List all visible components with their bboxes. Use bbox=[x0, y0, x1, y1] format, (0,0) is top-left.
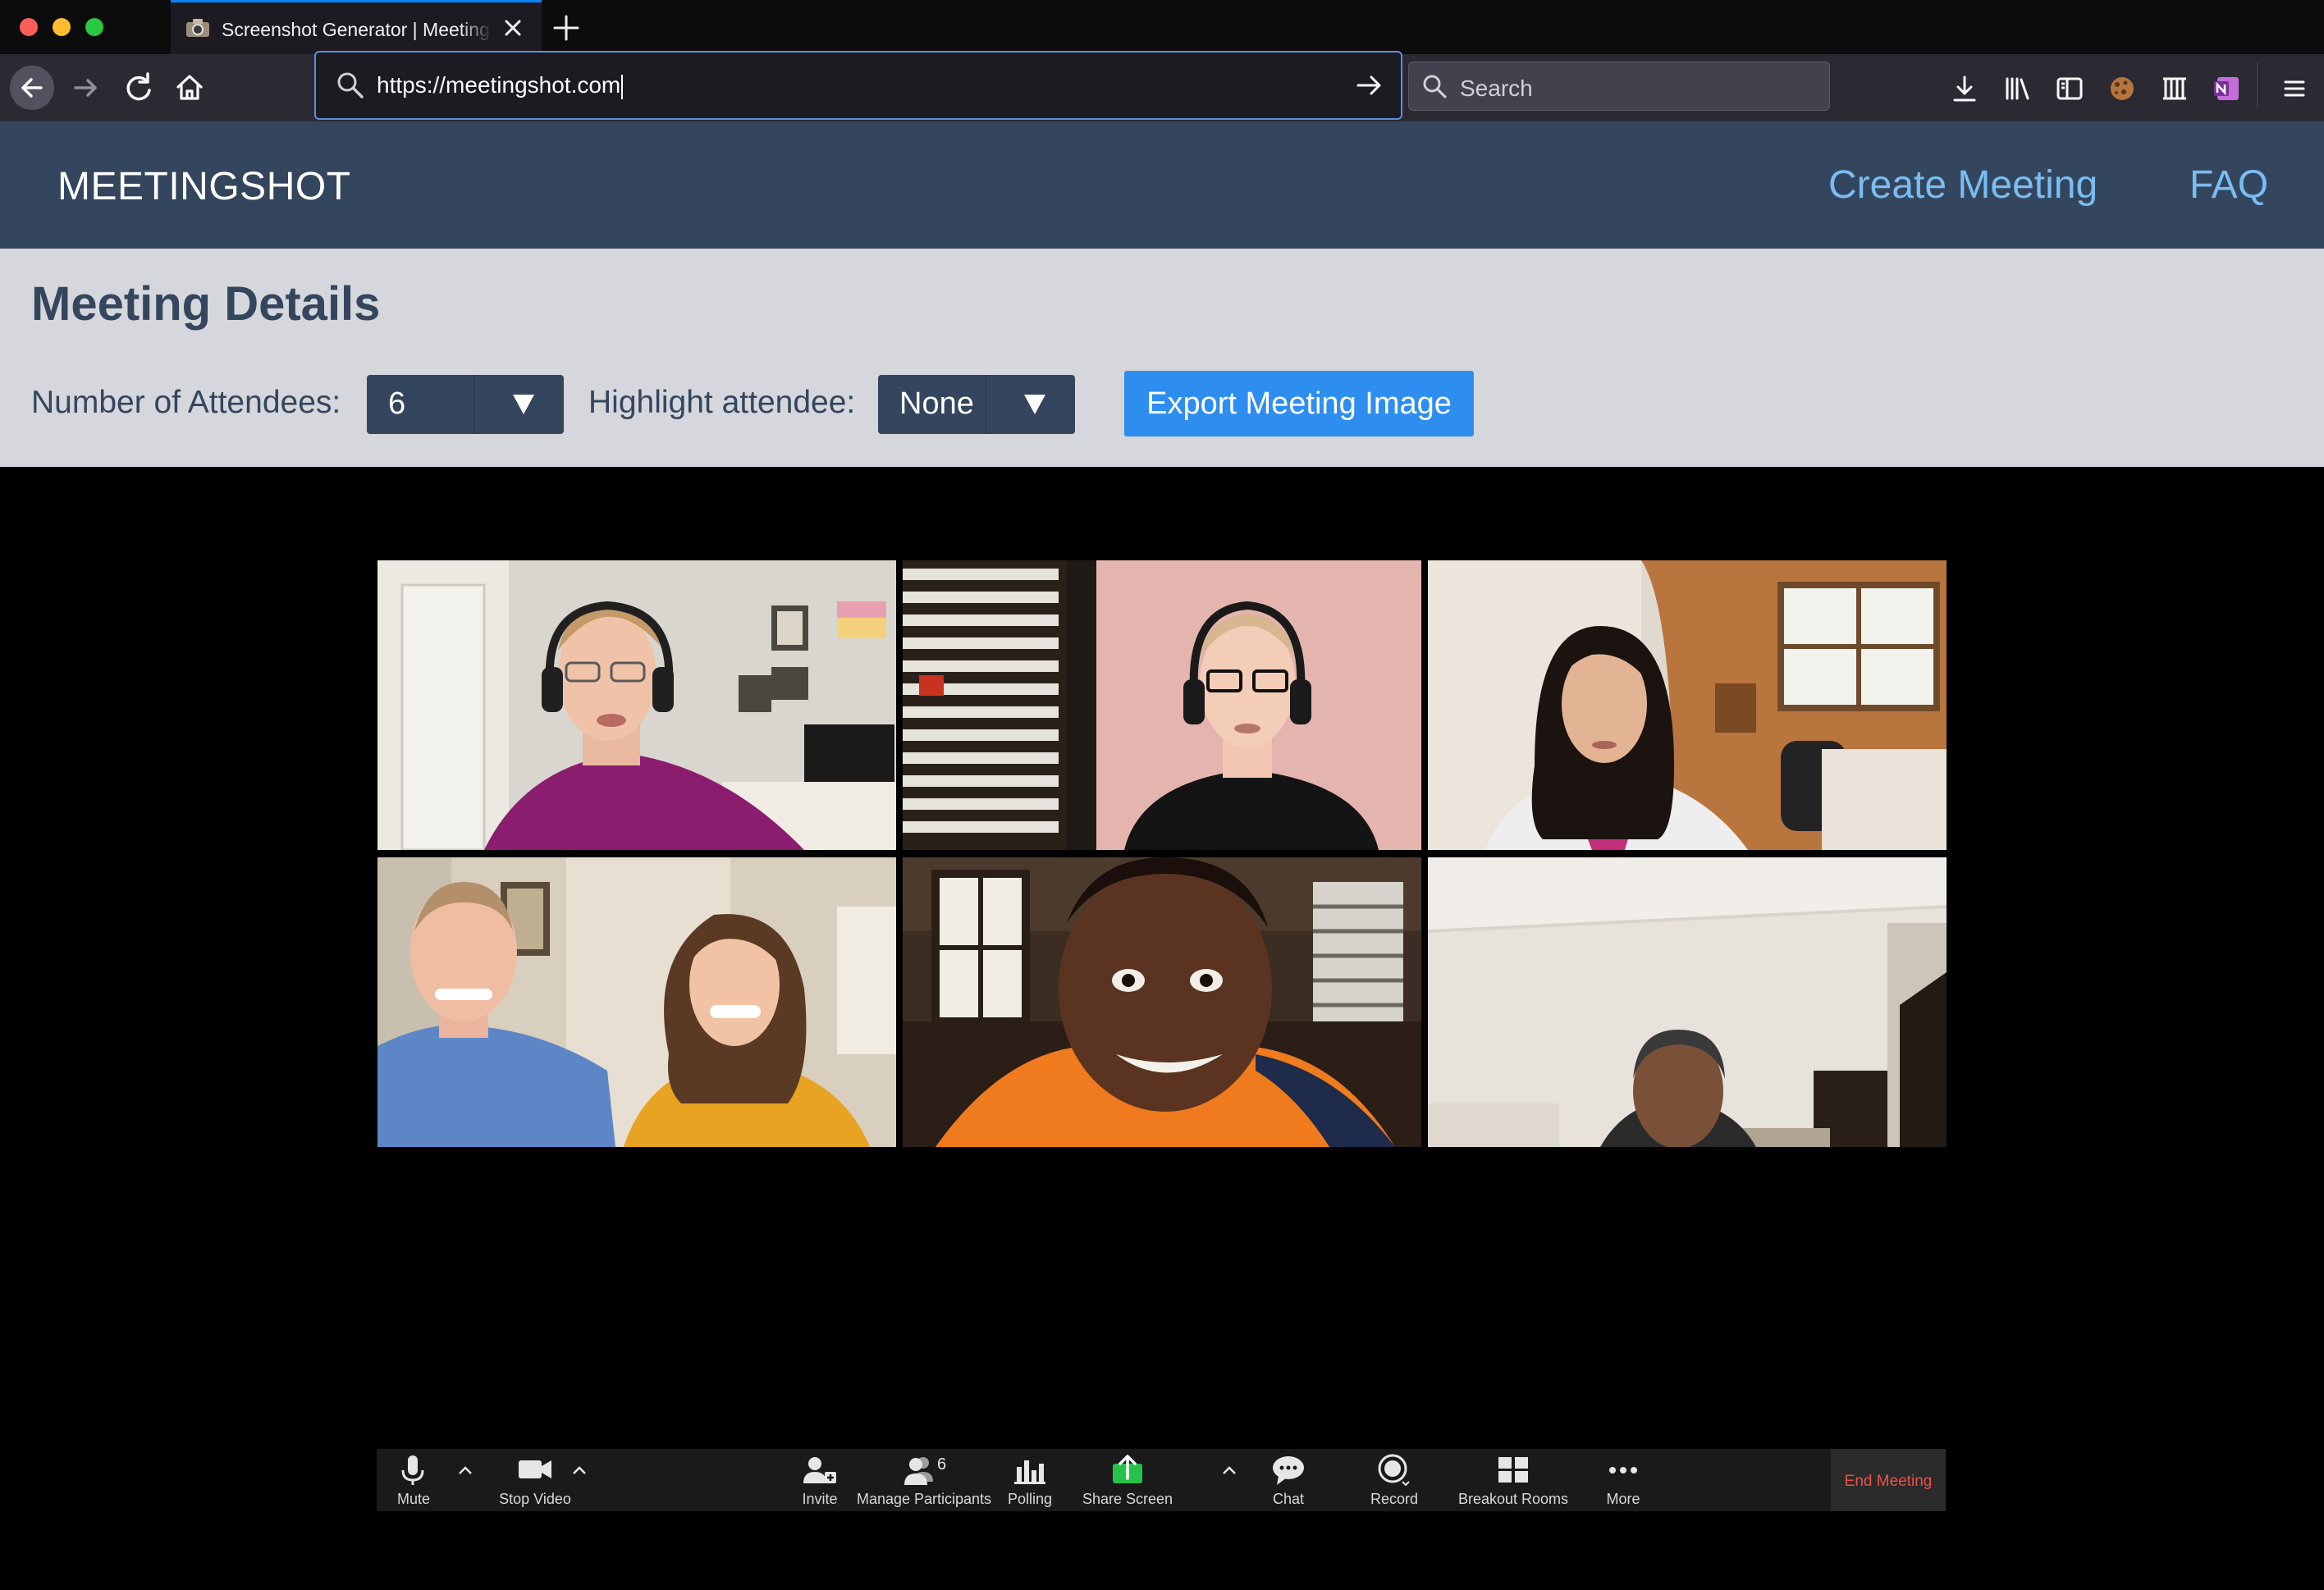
record-button[interactable]: Record bbox=[1353, 1449, 1435, 1511]
participant-video bbox=[903, 560, 1421, 850]
minimize-window-button[interactable] bbox=[53, 18, 71, 36]
breakout-rooms-icon bbox=[1498, 1457, 1528, 1483]
select-divider bbox=[985, 375, 986, 434]
highlight-select-value: None bbox=[899, 386, 974, 421]
participant-video bbox=[377, 857, 896, 1147]
site-header: MEETINGSHOT Create Meeting FAQ bbox=[0, 121, 2324, 249]
share-screen-icon bbox=[1113, 1455, 1142, 1483]
attendees-select[interactable]: 6 bbox=[367, 375, 564, 434]
polling-button[interactable]: Polling bbox=[992, 1449, 1068, 1511]
url-bar[interactable]: https://meetingshot.com bbox=[314, 51, 1402, 120]
back-button[interactable] bbox=[10, 66, 54, 110]
chevron-up-icon[interactable] bbox=[456, 1464, 474, 1477]
nav-create-meeting[interactable]: Create Meeting bbox=[1828, 162, 2098, 208]
participant-video bbox=[377, 560, 896, 850]
chat-label: Chat bbox=[1272, 1491, 1305, 1507]
stop-video-button[interactable]: Stop Video bbox=[482, 1449, 588, 1511]
participant-count-badge: 6 bbox=[937, 1455, 947, 1473]
maximize-window-button[interactable] bbox=[85, 18, 103, 36]
nav-faq[interactable]: FAQ bbox=[2189, 162, 2268, 208]
extension-cookie-icon[interactable] bbox=[2106, 72, 2139, 105]
download-icon[interactable] bbox=[1948, 72, 1981, 105]
more-button[interactable]: More bbox=[1586, 1449, 1660, 1511]
triangle-down-icon bbox=[1024, 395, 1045, 414]
invite-button[interactable]: Invite bbox=[779, 1449, 861, 1511]
highlight-select[interactable]: None bbox=[878, 375, 1075, 434]
video-camera-icon bbox=[519, 1460, 551, 1478]
manage-participants-button[interactable]: 6 Manage Participants bbox=[854, 1449, 994, 1511]
sidebar-icon[interactable] bbox=[2053, 72, 2086, 105]
tab-title: Screenshot Generator | Meeting bbox=[222, 19, 492, 41]
mute-button[interactable]: Mute bbox=[377, 1449, 451, 1511]
record-label: Record bbox=[1370, 1491, 1419, 1507]
attendees-select-value: 6 bbox=[388, 386, 406, 421]
triangle-down-icon bbox=[513, 395, 534, 414]
mute-label: Mute bbox=[396, 1491, 431, 1507]
chevron-up-icon[interactable] bbox=[1220, 1464, 1238, 1477]
search-icon bbox=[1423, 75, 1447, 98]
chat-button[interactable]: Chat bbox=[1251, 1449, 1325, 1511]
participant-video bbox=[903, 857, 1421, 1147]
close-tab-icon[interactable] bbox=[499, 14, 527, 42]
page-title: Meeting Details bbox=[31, 277, 381, 331]
toolbar-separator bbox=[2257, 62, 2258, 108]
microphone-icon bbox=[401, 1455, 424, 1485]
video-tile-6[interactable] bbox=[1428, 857, 1947, 1147]
bar-chart-icon bbox=[1014, 1460, 1045, 1484]
chevron-up-icon[interactable] bbox=[570, 1464, 588, 1477]
search-icon bbox=[337, 72, 364, 98]
arrow-left-icon bbox=[21, 78, 43, 98]
reload-icon[interactable] bbox=[118, 67, 159, 108]
highlight-label: Highlight attendee: bbox=[588, 385, 856, 420]
close-window-button[interactable] bbox=[20, 18, 38, 36]
go-arrow-icon[interactable] bbox=[1353, 69, 1386, 102]
zoom-meeting-toolbar: Mute Stop Video Invite 6 Manage Particip… bbox=[377, 1449, 1946, 1511]
manage-participants-label: Manage Participants bbox=[856, 1491, 992, 1507]
stop-video-label: Stop Video bbox=[499, 1491, 571, 1507]
polling-label: Polling bbox=[1007, 1491, 1053, 1507]
add-person-icon bbox=[803, 1457, 836, 1483]
hamburger-menu-icon[interactable] bbox=[2278, 72, 2311, 105]
camera-favicon-icon bbox=[186, 19, 209, 37]
select-divider bbox=[473, 375, 475, 434]
forward-arrow-icon[interactable] bbox=[66, 67, 107, 108]
browser-tab-bar: Screenshot Generator | Meeting bbox=[0, 0, 2324, 54]
chat-bubble-icon bbox=[1273, 1456, 1304, 1485]
video-tile-2[interactable] bbox=[903, 560, 1421, 850]
onenote-icon[interactable] bbox=[2211, 72, 2244, 105]
url-field[interactable]: https://meetingshot.com bbox=[377, 72, 624, 99]
search-placeholder: Search bbox=[1460, 75, 1533, 101]
participants-icon bbox=[904, 1457, 933, 1485]
more-label: More bbox=[1606, 1491, 1640, 1507]
meeting-video-grid bbox=[377, 560, 1947, 1147]
video-tile-4[interactable] bbox=[377, 857, 896, 1147]
new-tab-icon[interactable] bbox=[550, 11, 583, 44]
attendees-label: Number of Attendees: bbox=[31, 385, 341, 420]
site-logo[interactable]: MEETINGSHOT bbox=[57, 164, 351, 209]
browser-tab-active[interactable]: Screenshot Generator | Meeting bbox=[171, 0, 542, 54]
breakout-rooms-button[interactable]: Breakout Rooms bbox=[1452, 1449, 1575, 1511]
export-meeting-image-button[interactable]: Export Meeting Image bbox=[1124, 371, 1474, 436]
meeting-details-panel: Meeting Details Number of Attendees: 6 H… bbox=[0, 249, 2324, 467]
share-screen-label: Share Screen bbox=[1082, 1491, 1173, 1507]
breakout-rooms-label: Breakout Rooms bbox=[1457, 1491, 1569, 1507]
participant-video bbox=[1428, 560, 1947, 850]
video-tile-5[interactable] bbox=[903, 857, 1421, 1147]
extension-grid-icon[interactable] bbox=[2158, 72, 2191, 105]
participant-video bbox=[1428, 857, 1947, 1147]
share-screen-button[interactable]: Share Screen bbox=[1074, 1449, 1181, 1511]
invite-label: Invite bbox=[802, 1491, 838, 1507]
video-tile-1[interactable] bbox=[377, 560, 896, 850]
library-icon[interactable] bbox=[2001, 72, 2034, 105]
home-icon[interactable] bbox=[169, 67, 210, 108]
record-icon bbox=[1378, 1454, 1410, 1487]
video-tile-3[interactable] bbox=[1428, 560, 1947, 850]
more-dots-icon bbox=[1609, 1467, 1637, 1473]
end-meeting-button[interactable]: End Meeting bbox=[1831, 1449, 1946, 1511]
browser-search-bar[interactable]: Search bbox=[1408, 62, 1830, 111]
